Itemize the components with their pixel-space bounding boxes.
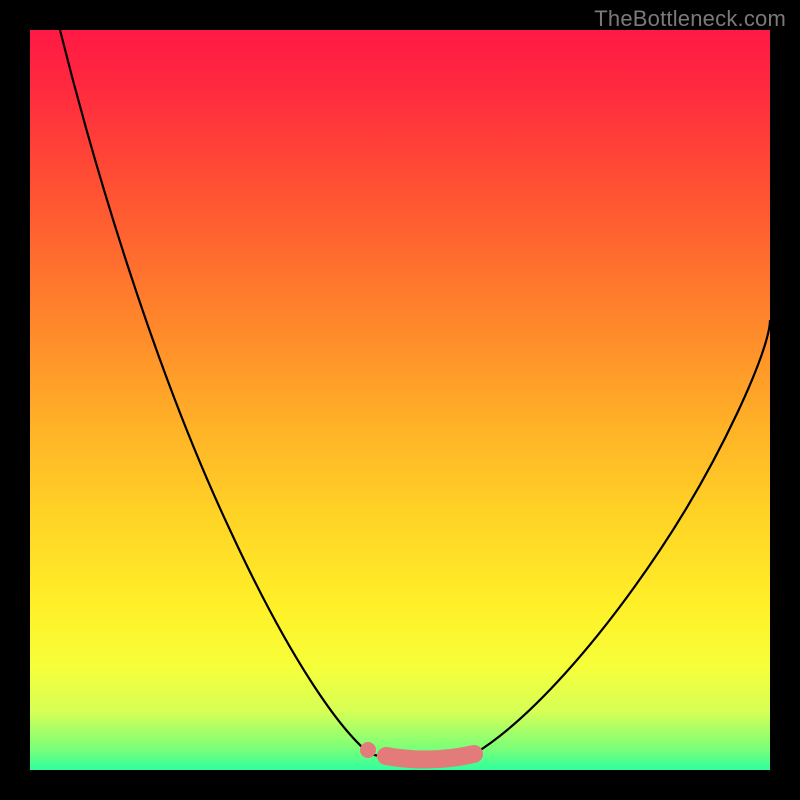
valley-marker-dot bbox=[360, 742, 376, 758]
valley-marker-band bbox=[386, 754, 474, 760]
curve-right-branch bbox=[474, 320, 770, 754]
chart-frame: TheBottleneck.com bbox=[0, 0, 800, 800]
bottleneck-curve bbox=[30, 30, 770, 770]
plot-area bbox=[30, 30, 770, 770]
curve-left-branch bbox=[60, 30, 370, 754]
watermark-text: TheBottleneck.com bbox=[594, 6, 786, 32]
